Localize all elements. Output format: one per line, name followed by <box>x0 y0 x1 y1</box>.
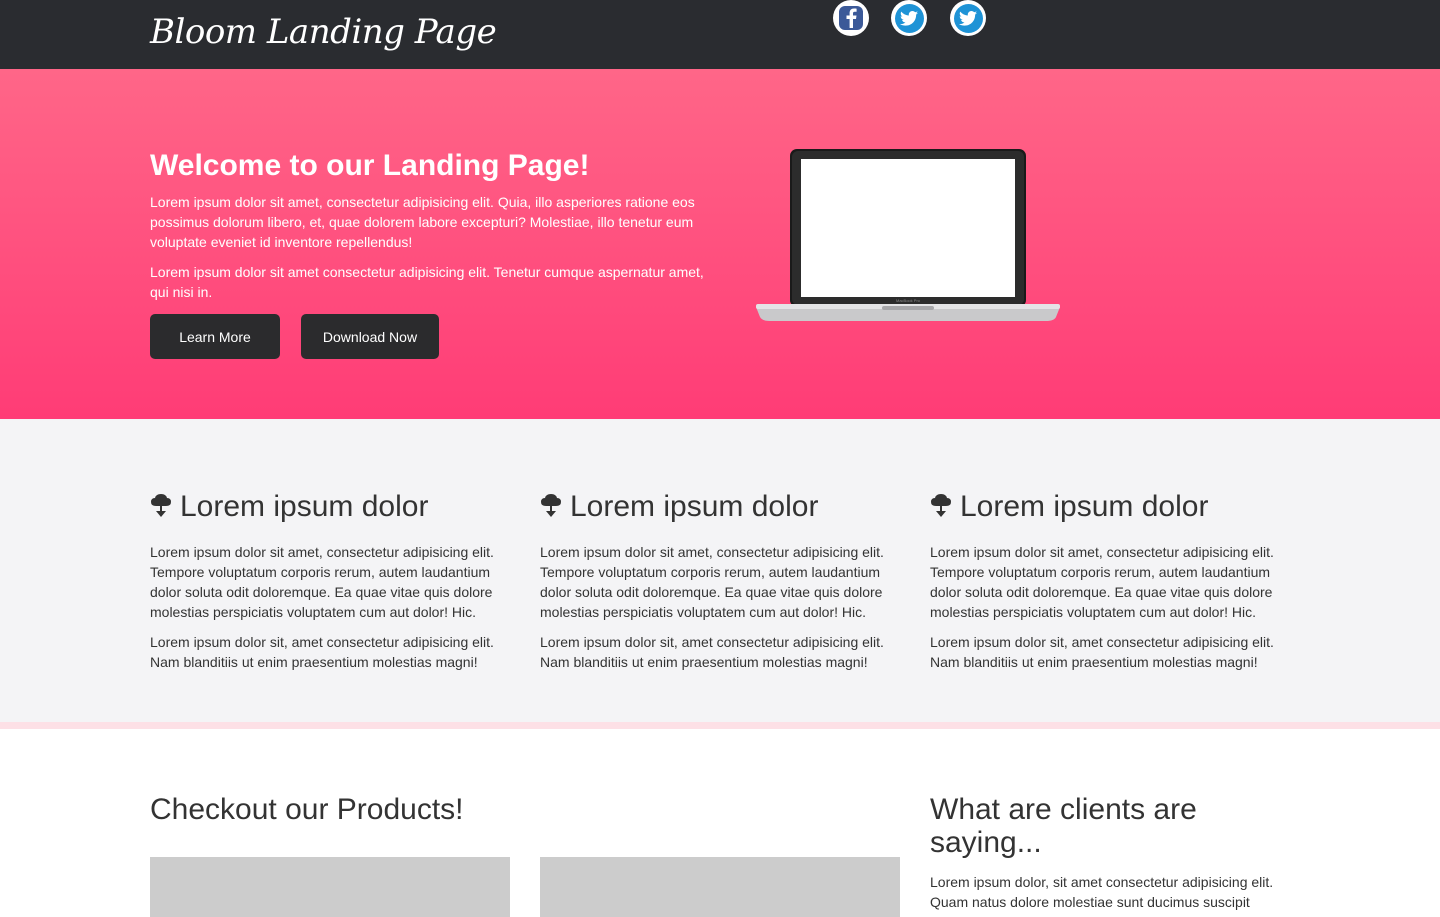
products-heading: Checkout our Products! <box>150 793 464 826</box>
laptop-caption: MacBook Pro <box>896 298 921 303</box>
laptop-image: MacBook Pro <box>756 149 1060 324</box>
feature-column: Lorem ipsum dolor Lorem ipsum dolor sit … <box>930 489 1290 672</box>
feature-text: Lorem ipsum dolor sit, amet consectetur … <box>540 634 884 670</box>
download-now-button[interactable]: Download Now <box>301 314 439 359</box>
product-image[interactable] <box>540 857 900 917</box>
testimonial-text: Lorem ipsum dolor, sit amet consectetur … <box>930 874 1274 910</box>
cloud-download-icon <box>930 494 952 520</box>
feature-heading: Lorem ipsum dolor <box>540 489 900 525</box>
features-section: Lorem ipsum dolor Lorem ipsum dolor sit … <box>0 419 1440 722</box>
feature-text: Lorem ipsum dolor sit, amet consectetur … <box>150 634 494 670</box>
feature-heading: Lorem ipsum dolor <box>150 489 510 525</box>
feature-title: Lorem ipsum dolor <box>180 490 429 523</box>
hero-paragraph: Lorem ipsum dolor sit amet consectetur a… <box>150 264 704 300</box>
twitter-icon <box>894 3 924 33</box>
brand-logo[interactable]: Bloom Landing Page <box>150 12 497 52</box>
feature-text: Lorem ipsum dolor sit amet, consectetur … <box>930 544 1274 620</box>
feature-text: Lorem ipsum dolor sit amet, consectetur … <box>150 544 494 620</box>
twitter-link[interactable] <box>891 0 927 36</box>
facebook-link[interactable] <box>833 0 869 36</box>
feature-title: Lorem ipsum dolor <box>570 490 819 523</box>
facebook-icon <box>839 6 863 30</box>
feature-text: Lorem ipsum dolor sit amet, consectetur … <box>540 544 884 620</box>
hero-section: Welcome to our Landing Page! Lorem ipsum… <box>0 69 1440 419</box>
twitter-icon <box>953 3 983 33</box>
feature-text: Lorem ipsum dolor sit, amet consectetur … <box>930 634 1274 670</box>
hero-title: Welcome to our Landing Page! <box>150 149 590 182</box>
cloud-download-icon <box>150 494 172 520</box>
top-navbar: Bloom Landing Page <box>0 0 1440 69</box>
feature-title: Lorem ipsum dolor <box>960 490 1209 523</box>
section-divider <box>0 722 1440 729</box>
feature-column: Lorem ipsum dolor Lorem ipsum dolor sit … <box>540 489 900 672</box>
learn-more-button[interactable]: Learn More <box>150 314 280 359</box>
feature-column: Lorem ipsum dolor Lorem ipsum dolor sit … <box>150 489 510 672</box>
hero-paragraph: Lorem ipsum dolor sit amet, consectetur … <box>150 194 695 250</box>
cloud-download-icon <box>540 494 562 520</box>
product-image[interactable] <box>150 857 510 917</box>
products-section: Checkout our Products! What are clients … <box>0 729 1440 917</box>
feature-heading: Lorem ipsum dolor <box>930 489 1290 525</box>
testimonials-heading: What are clients are saying... <box>930 793 1197 859</box>
twitter-link[interactable] <box>950 0 986 36</box>
